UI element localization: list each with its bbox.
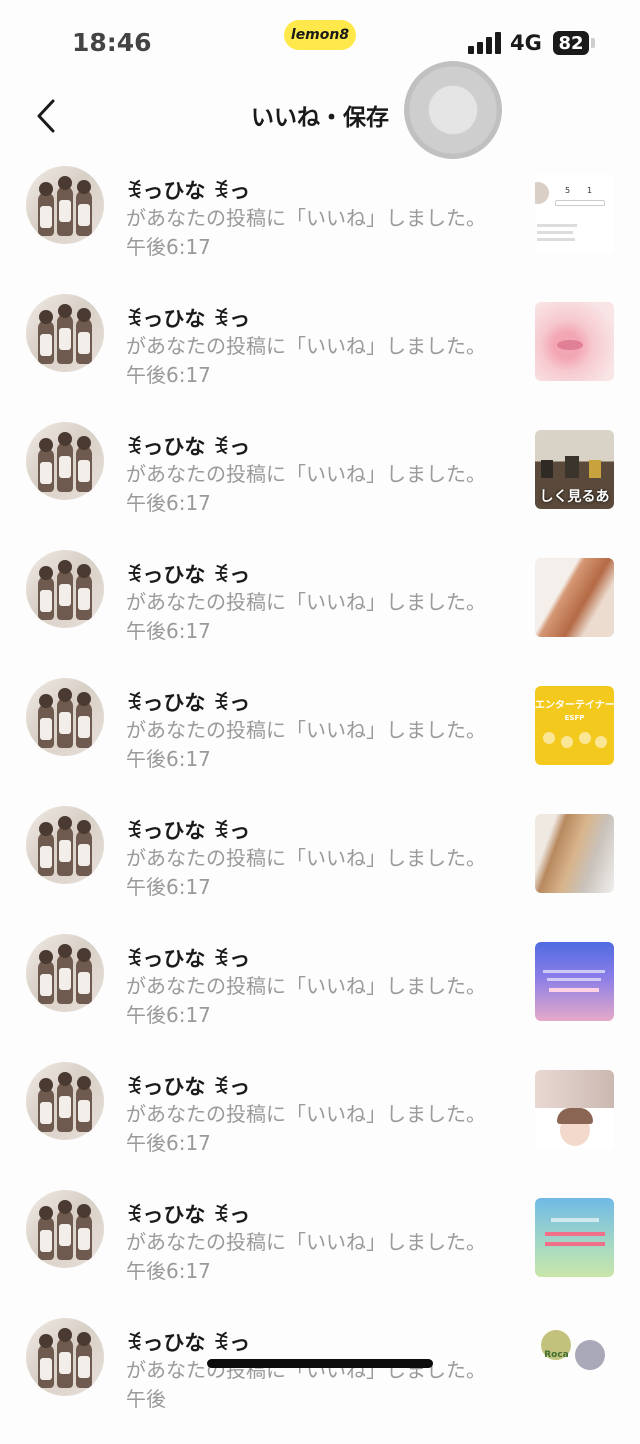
notification-row[interactable]: ꉂっひな ꉂっ があなたの投稿に「いいね」しました。 午後6:17: [0, 292, 640, 420]
notification-row[interactable]: ꉂっひな ꉂっ があなたの投稿に「いいね」しました。 午後6:17: [0, 548, 640, 676]
user-name[interactable]: ꉂっひな ꉂっ: [126, 559, 250, 589]
avatar[interactable]: [26, 166, 104, 244]
notification-row[interactable]: ꉂっひな ꉂっ があなたの投稿に「いいね」しました。 午後6:17: [0, 1188, 640, 1316]
battery-nub: [591, 38, 595, 48]
avatar[interactable]: [26, 1062, 104, 1140]
notification-list: ꉂっひな ꉂっ があなたの投稿に「いいね」しました。 午後6:17 5 1 ꉂっ…: [0, 164, 640, 1444]
notification-message: があなたの投稿に「いいね」しました。 午後6:17: [126, 718, 486, 771]
user-name[interactable]: ꉂっひな ꉂっ: [126, 1199, 250, 1229]
user-name[interactable]: ꉂっひな ꉂっ: [126, 1071, 250, 1101]
notification-row[interactable]: ꉂっひな ꉂっ があなたの投稿に「いいね」しました。 午後6:17: [0, 804, 640, 932]
avatar[interactable]: [26, 678, 104, 756]
notification-message: があなたの投稿に「いいね」しました。 午後6:17: [126, 974, 486, 1027]
user-name[interactable]: ꉂっひな ꉂっ: [126, 687, 250, 717]
avatar[interactable]: [26, 1190, 104, 1268]
notification-row[interactable]: ꉂっひな ꉂっ があなたの投稿に「いいね」しました。 午後6:17 しく見るあ: [0, 420, 640, 548]
thumb-caption: エンターテイナー: [535, 700, 614, 711]
post-thumbnail[interactable]: [535, 1070, 614, 1149]
thumb-caption: しく見るあ: [539, 489, 610, 505]
notification-row[interactable]: ꉂっひな ꉂっ があなたの投稿に「いいね」しました。 午後6:17: [0, 1060, 640, 1188]
post-thumbnail[interactable]: [535, 302, 614, 381]
battery-icon: 82: [553, 31, 589, 55]
user-name[interactable]: ꉂっひな ꉂっ: [126, 1327, 250, 1357]
user-name[interactable]: ꉂっひな ꉂっ: [126, 431, 250, 461]
avatar[interactable]: [26, 934, 104, 1012]
avatar[interactable]: [26, 422, 104, 500]
notification-row[interactable]: ꉂっひな ꉂっ があなたの投稿に「いいね」しました。 午後 Roca: [0, 1316, 640, 1444]
user-name[interactable]: ꉂっひな ꉂっ: [126, 943, 250, 973]
thumb-subcaption: ESFP: [564, 714, 585, 722]
notification-message: があなたの投稿に「いいね」しました。 午後6:17: [126, 1102, 486, 1155]
post-thumbnail[interactable]: エンターテイナー ESFP: [535, 686, 614, 765]
assistive-touch-button[interactable]: [404, 61, 502, 159]
notification-message: があなたの投稿に「いいね」しました。 午後6:17: [126, 462, 486, 515]
notification-row[interactable]: ꉂっひな ꉂっ があなたの投稿に「いいね」しました。 午後6:17 5 1: [0, 164, 640, 292]
status-time: 18:46: [72, 28, 152, 57]
notification-row[interactable]: ꉂっひな ꉂっ があなたの投稿に「いいね」しました。 午後6:17: [0, 932, 640, 1060]
lemon8-logo: lemon8: [284, 20, 356, 50]
avatar[interactable]: [26, 1318, 104, 1396]
status-bar: 18:46 lemon8 4G 82: [0, 0, 640, 84]
avatar[interactable]: [26, 294, 104, 372]
post-thumbnail[interactable]: 5 1: [535, 174, 614, 253]
chevron-left-icon: [37, 99, 55, 133]
avatar[interactable]: [26, 806, 104, 884]
post-thumbnail[interactable]: [535, 814, 614, 893]
post-thumbnail[interactable]: しく見るあ: [535, 430, 614, 509]
post-thumbnail[interactable]: [535, 558, 614, 637]
avatar[interactable]: [26, 550, 104, 628]
post-thumbnail[interactable]: Roca: [535, 1326, 614, 1405]
notification-message: があなたの投稿に「いいね」しました。 午後6:17: [126, 590, 486, 643]
user-name[interactable]: ꉂっひな ꉂっ: [126, 303, 250, 333]
notification-row[interactable]: ꉂっひな ꉂっ があなたの投稿に「いいね」しました。 午後6:17 エンターテイ…: [0, 676, 640, 804]
home-indicator[interactable]: [207, 1359, 433, 1368]
post-thumbnail[interactable]: [535, 1198, 614, 1277]
battery-level: 82: [558, 32, 584, 54]
notification-message: があなたの投稿に「いいね」しました。 午後6:17: [126, 846, 486, 899]
signal-icon: [468, 32, 502, 54]
thumb-caption: Roca: [544, 1350, 569, 1360]
notification-message: があなたの投稿に「いいね」しました。 午後6:17: [126, 334, 486, 387]
nav-bar: いいね・保存: [0, 84, 640, 148]
post-thumbnail[interactable]: [535, 942, 614, 1021]
back-button[interactable]: [30, 96, 62, 136]
user-name[interactable]: ꉂっひな ꉂっ: [126, 815, 250, 845]
user-name[interactable]: ꉂっひな ꉂっ: [126, 175, 250, 205]
notification-message: があなたの投稿に「いいね」しました。 午後6:17: [126, 206, 486, 259]
notification-message: があなたの投稿に「いいね」しました。 午後6:17: [126, 1230, 486, 1283]
network-label: 4G: [510, 31, 542, 55]
